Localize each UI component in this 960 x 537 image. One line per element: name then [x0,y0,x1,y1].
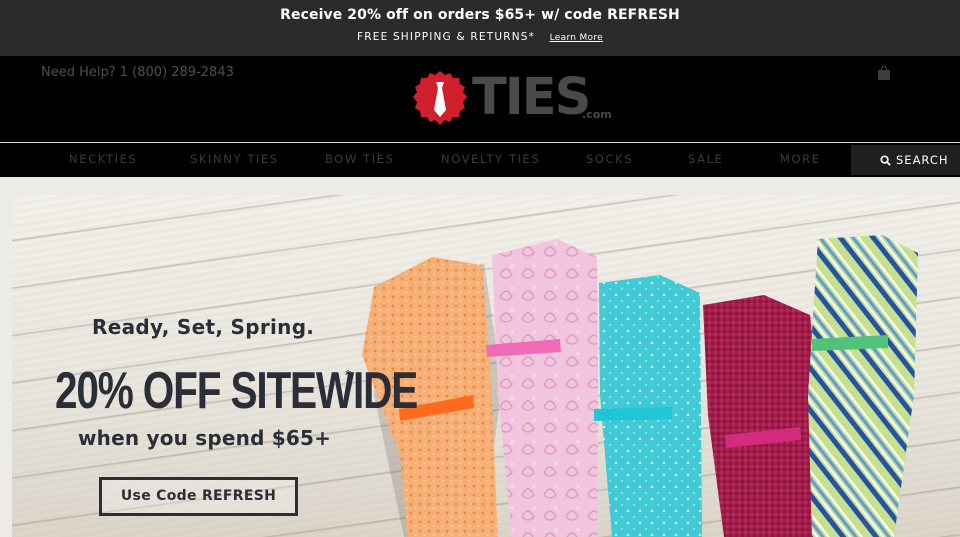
hero-tagline: Ready, Set, Spring. [92,315,315,339]
help-phone[interactable]: Need Help? 1 (800) 289-2843 [41,65,234,80]
use-code-button[interactable]: Use Code REFRESH [99,477,298,516]
promo-subline: FREE SHIPPING & RETURNS* Learn More [0,31,960,43]
nav-item-skinny-ties[interactable]: SKINNY TIES [190,152,279,166]
nav-item-bow-ties[interactable]: BOW TIES [325,152,395,166]
cyan-tie [599,275,702,537]
promo-headline: Receive 20% off on orders $65+ w/ code R… [280,7,680,23]
search-button[interactable]: SEARCH [851,145,960,175]
ties-logo[interactable]: TIES .com [412,68,617,128]
hero-asterisk: * [345,368,352,382]
nav-item-sale[interactable]: SALE [688,152,723,166]
hero-offer: 20% OFF SITEWIDE [55,362,418,420]
free-shipping-text: FREE SHIPPING & RETURNS* [357,31,536,43]
nav-item-neckties[interactable]: NECKTIES [69,152,137,166]
promo-bar: Receive 20% off on orders $65+ w/ code R… [0,0,960,56]
main-nav: NECKTIES SKINNY TIES BOW TIES NOVELTY TI… [0,142,960,177]
nav-item-novelty-ties[interactable]: NOVELTY TIES [441,152,540,166]
search-icon [880,155,891,166]
striped-tie [808,235,918,537]
search-label: SEARCH [896,153,949,167]
tie-logo-icon [413,71,467,125]
nav-item-more[interactable]: MORE [780,152,821,166]
hero-banner[interactable]: Ready, Set, Spring. 20% OFF SITEWIDE * w… [12,195,960,537]
logo-suffix: .com [582,108,612,121]
learn-more-link[interactable]: Learn More [550,33,603,43]
burgundy-tie [703,295,822,537]
site-header: Need Help? 1 (800) 289-2843 TIES .com [0,56,960,142]
hero-condition: when you spend $65+ [78,426,332,450]
logo-wordmark: TIES [472,68,591,127]
pink-tie [492,239,598,537]
nav-item-socks[interactable]: SOCKS [586,152,633,166]
shopping-bag-icon[interactable] [877,66,891,80]
